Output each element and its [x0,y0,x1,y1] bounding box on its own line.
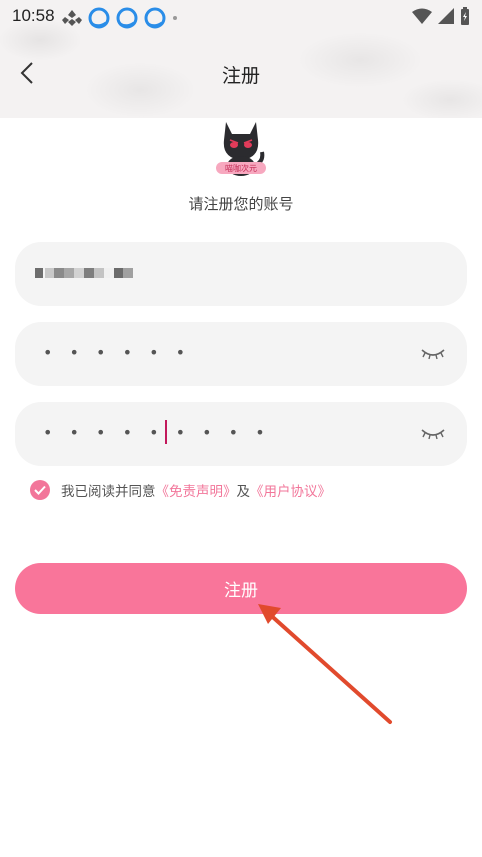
agreement-prefix: 我已阅读并同意 [61,484,156,500]
status-bar: 10:58 [0,0,482,32]
notification-icons [62,7,178,29]
cat-logo: 喵咖次元 [216,122,266,176]
agreement-row: 我已阅读并同意《免责声明》及《用户协议》 [30,480,331,500]
browser-notification-icon [88,7,110,29]
battery-icon [461,7,469,25]
register-subtitle: 请注册您的账号 [188,195,294,213]
masked-account-value [35,268,133,278]
status-time: 10:58 [12,6,55,25]
agreement-and: 及 [236,484,251,500]
eye-closed-icon[interactable] [421,344,445,362]
agreement-checkbox[interactable] [30,480,50,500]
browser-notification-icon [144,7,166,29]
confirm-password-input[interactable]: • • • • • • • • • [15,402,467,466]
register-button[interactable]: 注册 [15,563,467,614]
signal-icon [438,8,454,24]
text-cursor [165,420,167,444]
user-agreement-link[interactable]: 《用户协议》 [250,484,331,500]
system-icons [412,7,470,25]
more-notifications-dot-icon [173,16,177,20]
confirm-password-value: • • • • • • • • • [43,423,271,442]
app-notification-icon [62,10,82,26]
page-title: 注册 [221,65,260,87]
disclaimer-link[interactable]: 《免责声明》 [156,484,237,500]
browser-notification-icon [116,7,138,29]
agreement-text: 我已阅读并同意《免责声明》及《用户协议》 [61,480,331,500]
register-card: 喵咖次元 请注册您的账号 • • • • • • • • • • • • • •… [0,118,482,857]
password-value: • • • • • • [43,343,192,362]
nav-bar: 注册 [0,52,482,96]
logo-badge-text: 喵咖次元 [225,163,257,173]
register-page: 10:58 注册 喵咖次元 请注册您的账号 • • • • • • • • • … [0,0,482,857]
account-input[interactable] [15,242,467,306]
eye-closed-icon[interactable] [421,424,445,442]
password-input[interactable]: • • • • • • [15,322,467,386]
checkmark-icon [34,485,46,495]
wifi-icon [412,8,432,24]
